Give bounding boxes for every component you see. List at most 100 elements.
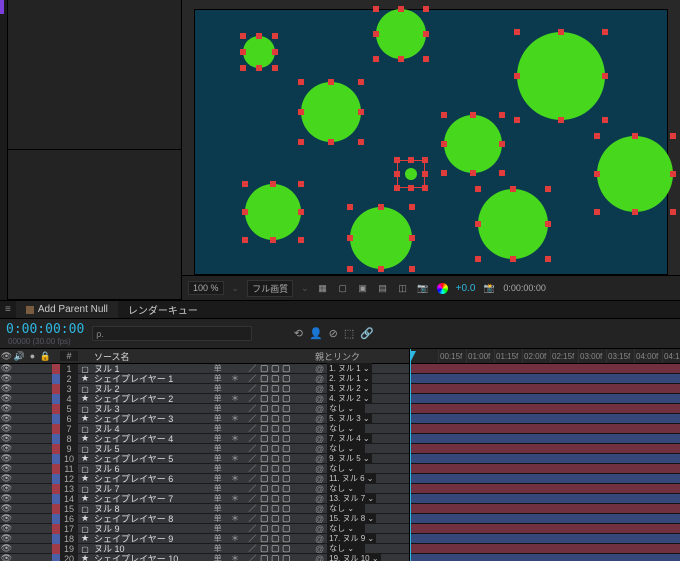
lock-header: 🔒: [39, 351, 52, 362]
blur-icon[interactable]: ⊘: [329, 327, 338, 340]
layer-bar[interactable]: [410, 364, 680, 374]
layer-bar[interactable]: [410, 454, 680, 464]
region-icon[interactable]: ▤: [377, 282, 389, 294]
shape-layer-icon: ★: [78, 473, 92, 484]
quality-dropdown[interactable]: フル画質: [247, 280, 293, 297]
parent-dropdown[interactable]: 19. ヌル 10 ⌄: [327, 553, 380, 561]
video-toggle[interactable]: 👁: [0, 553, 13, 561]
pickwhip-icon[interactable]: @: [315, 384, 324, 394]
label-color[interactable]: [52, 514, 60, 524]
label-color[interactable]: [52, 474, 60, 484]
color-management-icon[interactable]: [437, 283, 448, 294]
search-input[interactable]: [92, 326, 252, 341]
label-color[interactable]: [52, 534, 60, 544]
shape-layer-icon: ★: [78, 493, 92, 504]
camera-icon[interactable]: 📷: [417, 282, 429, 294]
pickwhip-icon[interactable]: @: [315, 394, 324, 404]
layer-row[interactable]: 👁20★シェイプレイヤー 10单＊／▢ ▢ ▢@19. ヌル 10 ⌄: [0, 554, 409, 561]
pickwhip-icon[interactable]: @: [315, 454, 324, 464]
label-color[interactable]: [52, 464, 60, 474]
label-color[interactable]: [52, 394, 60, 404]
layer-bar[interactable]: [410, 474, 680, 484]
mode-cells[interactable]: ▢ ▢ ▢: [260, 553, 315, 561]
label-color[interactable]: [52, 404, 60, 414]
layer-bar[interactable]: [410, 524, 680, 534]
layer-name[interactable]: シェイプレイヤー 10: [92, 552, 210, 561]
label-color[interactable]: [52, 374, 60, 384]
exposure-value[interactable]: +0.0: [456, 283, 476, 294]
switches[interactable]: 单＊／: [210, 553, 260, 561]
current-time[interactable]: 0:00:00:00: [6, 322, 84, 337]
label-color[interactable]: [52, 494, 60, 504]
label-color[interactable]: [52, 444, 60, 454]
shy-icon[interactable]: 👤: [309, 327, 323, 340]
pickwhip-icon[interactable]: @: [315, 504, 324, 514]
timeline-panel: ≡ Add Parent Null レンダーキュー 0:00:00:00 000…: [0, 300, 680, 561]
layer-bar[interactable]: [410, 534, 680, 544]
pickwhip-icon[interactable]: @: [315, 534, 324, 544]
layer-bar[interactable]: [410, 544, 680, 554]
mask-icon[interactable]: ▢: [337, 282, 349, 294]
pickwhip-icon[interactable]: @: [315, 464, 324, 474]
layer-number: 17: [60, 524, 78, 534]
layer-bar[interactable]: [410, 464, 680, 474]
label-color[interactable]: [52, 454, 60, 464]
layer-bar[interactable]: [410, 374, 680, 384]
pickwhip-icon[interactable]: @: [315, 374, 324, 384]
pickwhip-icon[interactable]: @: [315, 524, 324, 534]
composition-viewer[interactable]: [182, 0, 680, 275]
comp-tab[interactable]: Add Parent Null: [16, 301, 118, 318]
label-color[interactable]: [52, 424, 60, 434]
label-color[interactable]: [52, 364, 60, 374]
label-color[interactable]: [52, 524, 60, 534]
label-color[interactable]: [52, 554, 60, 561]
pickwhip-icon[interactable]: @: [315, 434, 324, 444]
label-color[interactable]: [52, 484, 60, 494]
layer-bar[interactable]: [410, 484, 680, 494]
layer-bar[interactable]: [410, 504, 680, 514]
layer-bar[interactable]: [410, 414, 680, 424]
pickwhip-icon[interactable]: @: [315, 444, 324, 454]
snapshot-icon[interactable]: 📸: [483, 282, 495, 294]
source-name-header[interactable]: ソース名: [92, 350, 210, 363]
link-icon[interactable]: 🔗: [360, 327, 374, 340]
layer-bar[interactable]: [410, 514, 680, 524]
time-ruler[interactable]: 00:15f01:00f01:15f02:00f02:15f03:00f03:1…: [410, 349, 680, 364]
layer-bar[interactable]: [410, 494, 680, 504]
pickwhip-icon[interactable]: @: [315, 364, 324, 374]
grid-icon[interactable]: ▦: [317, 282, 329, 294]
pickwhip-icon[interactable]: @: [315, 554, 324, 561]
layer-bar[interactable]: [410, 444, 680, 454]
shape-layer-icon: ★: [78, 413, 92, 424]
snap-icon[interactable]: ⟲: [294, 327, 303, 340]
label-color[interactable]: [52, 504, 60, 514]
pickwhip-icon[interactable]: @: [315, 514, 324, 524]
parent-link-header: 親とリンク: [315, 350, 405, 363]
pickwhip-icon[interactable]: @: [315, 494, 324, 504]
pickwhip-icon[interactable]: @: [315, 484, 324, 494]
pickwhip-icon[interactable]: @: [315, 474, 324, 484]
layer-bar[interactable]: [410, 554, 680, 561]
channel-icon[interactable]: ▣: [357, 282, 369, 294]
zoom-dropdown[interactable]: 100 %: [188, 281, 224, 295]
label-color[interactable]: [52, 384, 60, 394]
transparency-icon[interactable]: ◫: [397, 282, 409, 294]
label-color[interactable]: [52, 544, 60, 554]
layer-bar[interactable]: [410, 384, 680, 394]
render-queue-tab[interactable]: レンダーキュー: [118, 301, 208, 318]
pickwhip-icon[interactable]: @: [315, 404, 324, 414]
layer-bar[interactable]: [410, 424, 680, 434]
layer-bar[interactable]: [410, 434, 680, 444]
ruler-tick: 01:00f: [466, 349, 494, 363]
pickwhip-icon[interactable]: @: [315, 414, 324, 424]
layer-bar[interactable]: [410, 404, 680, 414]
pickwhip-icon[interactable]: @: [315, 424, 324, 434]
layer-number: 15: [60, 504, 78, 514]
graph-icon[interactable]: ⬚: [344, 327, 354, 340]
layer-bar[interactable]: [410, 394, 680, 404]
label-color[interactable]: [52, 434, 60, 444]
label-color[interactable]: [52, 414, 60, 424]
menu-icon[interactable]: ≡: [0, 301, 16, 318]
playhead[interactable]: [410, 349, 411, 561]
pickwhip-icon[interactable]: @: [315, 544, 324, 554]
